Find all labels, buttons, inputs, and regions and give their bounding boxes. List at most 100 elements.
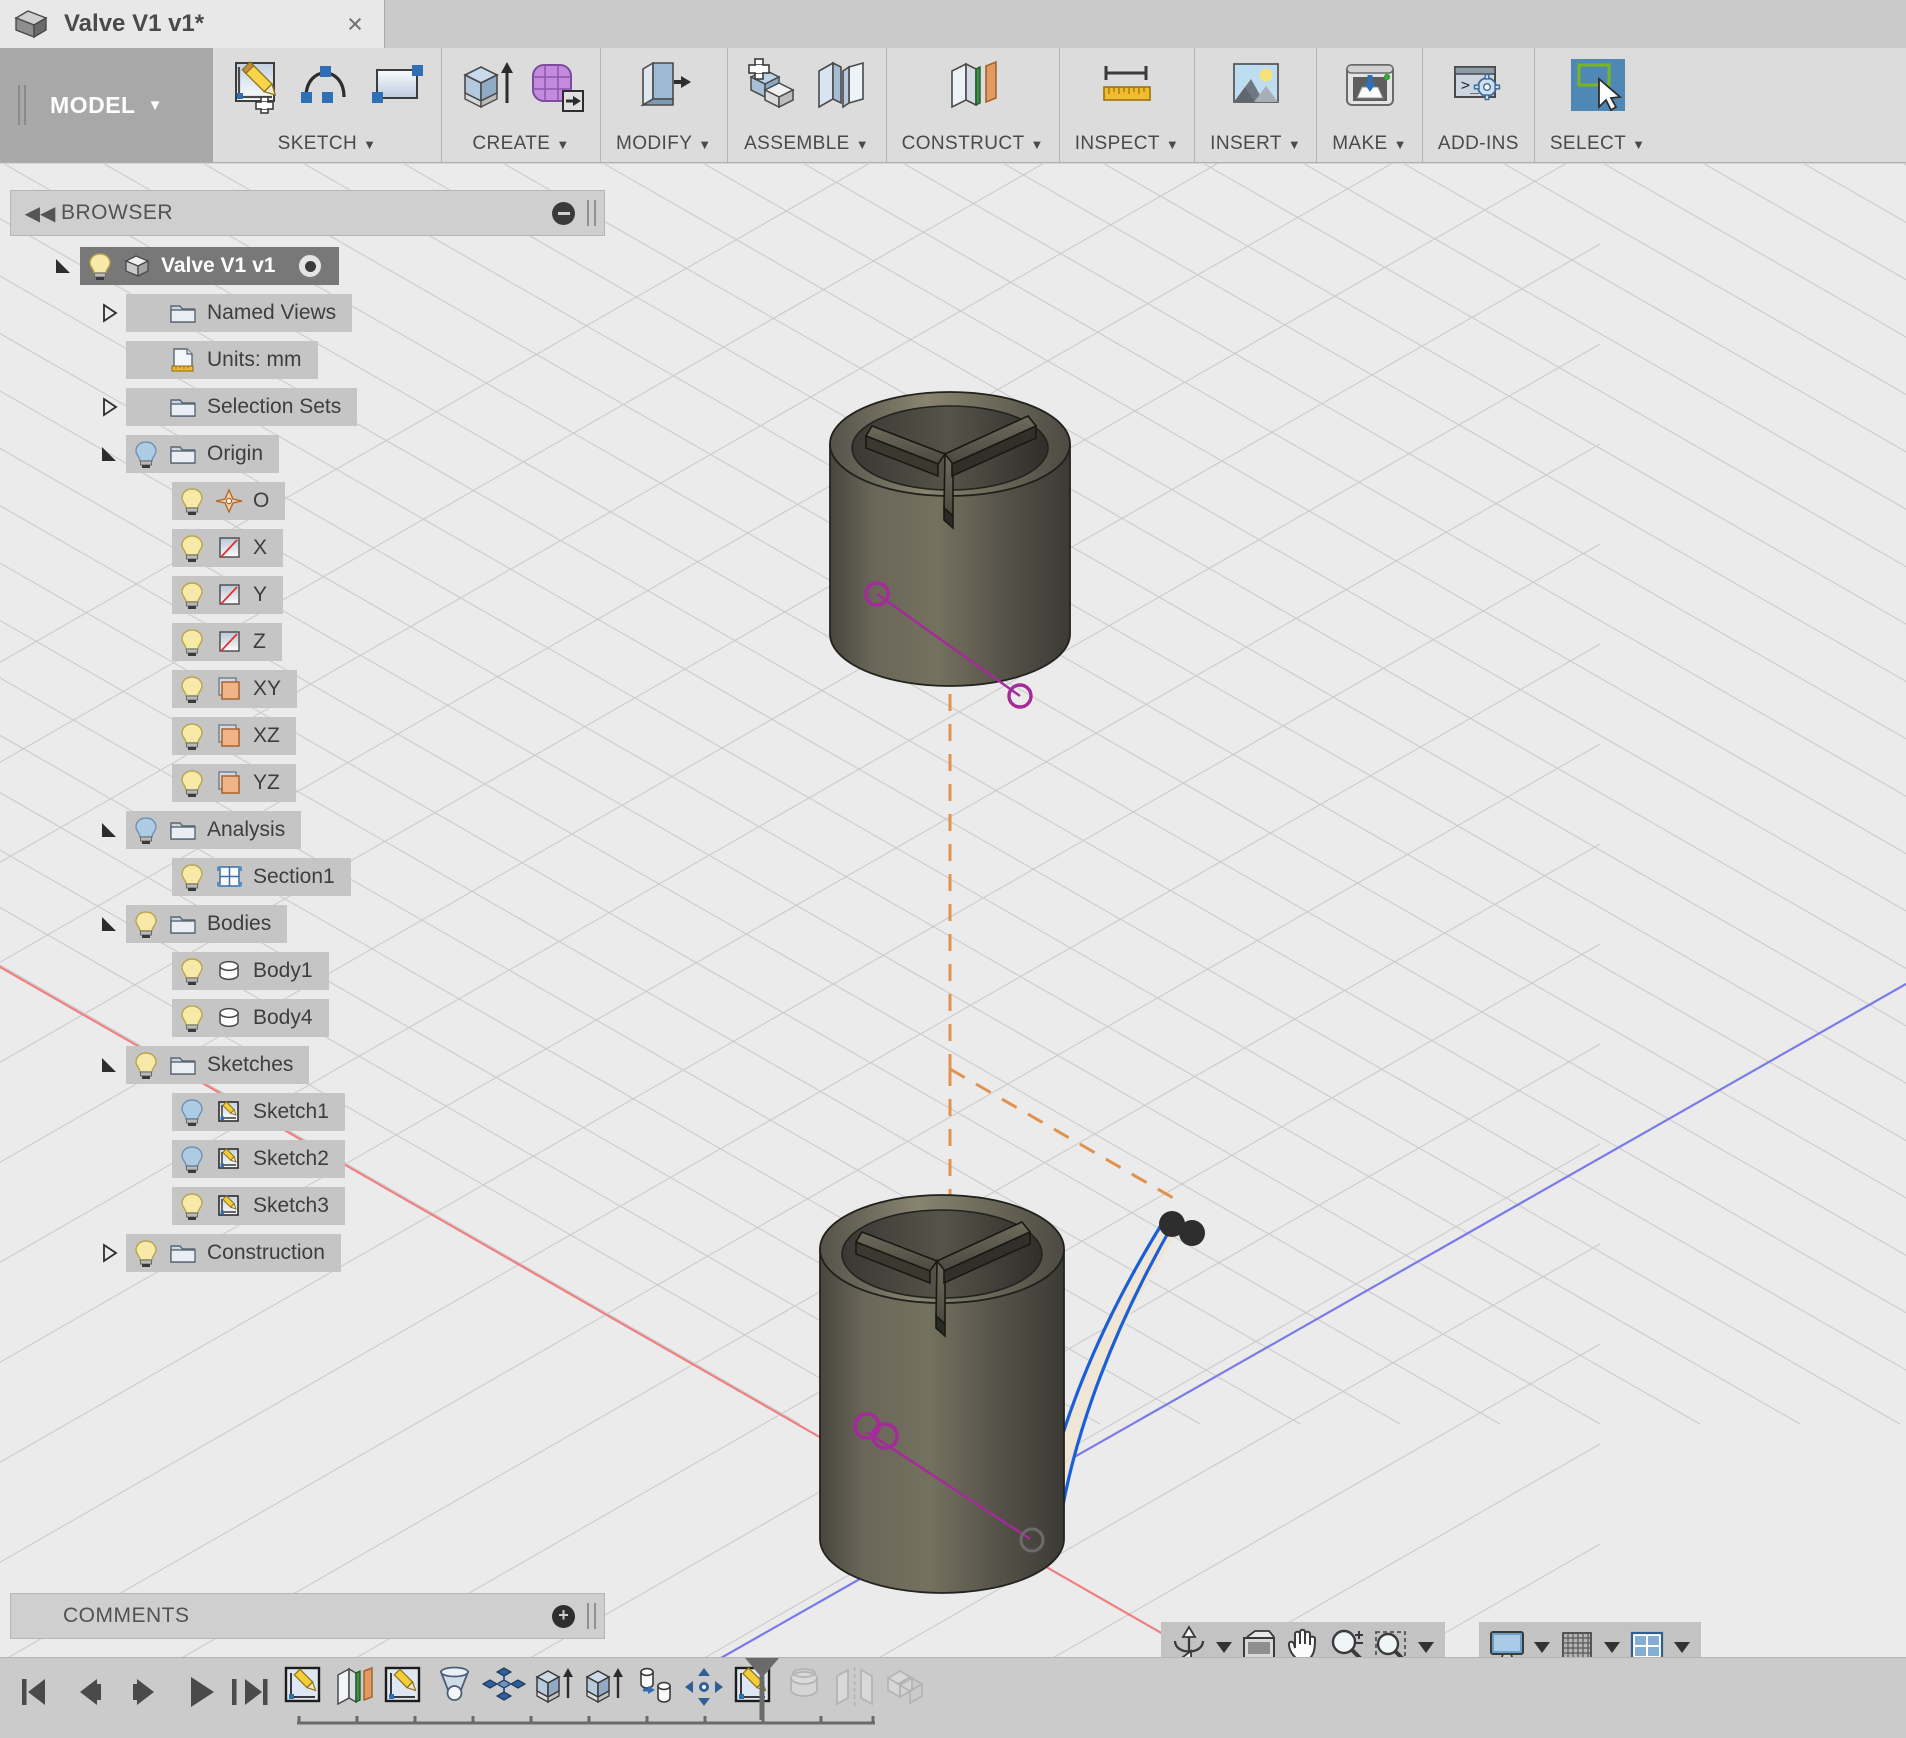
light-bulb-icon[interactable]	[179, 1098, 205, 1126]
tree-node-sketch3[interactable]: Sketch3	[10, 1186, 605, 1226]
timeline-pattern-feature[interactable]	[480, 1664, 529, 1710]
tree-node-chip[interactable]: Analysis	[126, 811, 302, 849]
expand-arrow-icon[interactable]	[98, 443, 120, 465]
tree-node-bodies[interactable]: Bodies	[10, 904, 605, 944]
create-sketch-icon[interactable]	[228, 57, 286, 115]
3d-print-icon[interactable]	[1341, 57, 1399, 115]
tree-node-o[interactable]: O	[10, 481, 605, 521]
tree-node-chip[interactable]: Origin	[126, 435, 280, 473]
step-forward-icon[interactable]	[120, 1668, 170, 1716]
timeline-revolve-feature[interactable]	[430, 1664, 479, 1710]
light-bulb-icon[interactable]	[179, 581, 205, 609]
light-bulb-icon[interactable]	[133, 1051, 159, 1079]
tree-node-construction[interactable]: Construction	[10, 1233, 605, 1273]
timeline-marker[interactable]	[745, 1658, 779, 1720]
expand-arrow-icon[interactable]	[98, 913, 120, 935]
ribbon-group-label-construct[interactable]: CONSTRUCT ▼	[902, 133, 1044, 162]
extrude-icon[interactable]	[457, 57, 515, 115]
tree-node-body1[interactable]: Body1	[10, 951, 605, 991]
comments-panel[interactable]: COMMENTS +	[10, 1593, 605, 1639]
timeline-track[interactable]	[297, 1716, 875, 1726]
tree-node-chip[interactable]: Construction	[126, 1234, 341, 1272]
document-tab[interactable]: Valve V1 v1* ×	[0, 0, 385, 48]
tree-node-chip[interactable]: YZ	[172, 764, 296, 802]
light-bulb-icon[interactable]	[179, 769, 205, 797]
tree-node-sketches[interactable]: Sketches	[10, 1045, 605, 1085]
ribbon-group-label-addins[interactable]: ADD-INS	[1438, 133, 1519, 162]
light-bulb-icon[interactable]	[179, 957, 205, 985]
tree-node-chip[interactable]: Section1	[172, 858, 351, 896]
tree-node-chip[interactable]: Body4	[172, 999, 329, 1037]
expand-arrow-icon[interactable]	[98, 1054, 120, 1076]
plus-icon[interactable]: +	[552, 1604, 575, 1628]
tree-node-z[interactable]: Z	[10, 622, 605, 662]
tree-node-chip[interactable]: Y	[172, 576, 284, 614]
tree-node-chip[interactable]: Sketch3	[172, 1187, 345, 1225]
form-icon[interactable]	[527, 57, 585, 115]
timeline-extrude-feature[interactable]	[530, 1664, 579, 1710]
tree-node-chip[interactable]: Sketch1	[172, 1093, 345, 1131]
press-pull-icon[interactable]	[635, 57, 693, 115]
ribbon-group-label-insert[interactable]: INSERT ▼	[1210, 133, 1301, 162]
tree-node-section1[interactable]: Section1	[10, 857, 605, 897]
panel-resize-grip[interactable]	[587, 200, 596, 226]
ribbon-group-label-assemble[interactable]: ASSEMBLE ▼	[744, 133, 869, 162]
light-bulb-icon[interactable]	[133, 1239, 159, 1267]
light-bulb-icon[interactable]	[87, 252, 113, 280]
joint-icon[interactable]	[813, 57, 871, 115]
close-icon[interactable]: ×	[340, 10, 370, 38]
tree-node-units-mm[interactable]: Units: mm	[10, 340, 605, 380]
scripts-addins-icon[interactable]: >_	[1449, 57, 1507, 115]
tree-node-origin[interactable]: Origin	[10, 434, 605, 474]
offset-plane-icon[interactable]	[944, 57, 1002, 115]
expand-arrow-icon[interactable]	[52, 255, 74, 277]
spline-icon[interactable]	[298, 57, 356, 115]
skip-to-start-icon[interactable]	[8, 1668, 58, 1716]
tree-node-named-views[interactable]: Named Views	[10, 293, 605, 333]
tree-node-analysis[interactable]: Analysis	[10, 810, 605, 850]
minus-icon[interactable]	[552, 201, 575, 225]
ribbon-group-label-modify[interactable]: MODIFY ▼	[616, 133, 712, 162]
collapse-arrow-icon[interactable]	[98, 1242, 120, 1264]
timeline-plane-feature[interactable]	[330, 1664, 379, 1710]
tree-node-sketch2[interactable]: Sketch2	[10, 1139, 605, 1179]
tree-node-chip[interactable]: Selection Sets	[126, 388, 358, 426]
timeline-extrude-feature[interactable]	[580, 1664, 629, 1710]
ribbon-group-label-inspect[interactable]: INSPECT ▼	[1075, 133, 1179, 162]
new-component-icon[interactable]	[743, 57, 801, 115]
tree-node-chip[interactable]: Body1	[172, 952, 329, 990]
light-bulb-icon[interactable]	[179, 675, 205, 703]
tree-node-chip[interactable]: Valve V1 v1	[80, 247, 340, 285]
insert-image-icon[interactable]	[1227, 57, 1285, 115]
ribbon-group-label-sketch[interactable]: SKETCH ▼	[278, 133, 377, 162]
comments-resize-grip[interactable]	[587, 1603, 596, 1629]
light-bulb-icon[interactable]	[179, 1145, 205, 1173]
measure-icon[interactable]	[1098, 57, 1156, 115]
tree-node-chip[interactable]: O	[172, 482, 286, 520]
activate-component-radio[interactable]	[297, 253, 324, 279]
tree-node-x[interactable]: X	[10, 528, 605, 568]
light-bulb-icon[interactable]	[133, 816, 159, 844]
ribbon-group-label-select[interactable]: SELECT ▼	[1550, 133, 1646, 162]
select-icon[interactable]	[1569, 57, 1627, 115]
tree-node-chip[interactable]: Z	[172, 623, 282, 661]
light-bulb-icon[interactable]	[179, 863, 205, 891]
skip-to-end-icon[interactable]	[232, 1668, 282, 1716]
light-bulb-icon[interactable]	[133, 910, 159, 938]
tree-node-chip[interactable]: X	[172, 529, 284, 567]
light-bulb-icon[interactable]	[179, 487, 205, 515]
timeline-sketch-feature[interactable]	[280, 1664, 329, 1710]
step-back-icon[interactable]	[64, 1668, 114, 1716]
light-bulb-icon[interactable]	[133, 440, 159, 468]
tree-node-chip[interactable]: Bodies	[126, 905, 288, 943]
tree-node-chip[interactable]: Sketch2	[172, 1140, 345, 1178]
play-icon[interactable]	[176, 1668, 226, 1716]
expand-arrow-icon[interactable]	[98, 819, 120, 841]
rectangle-icon[interactable]	[368, 57, 426, 115]
workspace-switcher[interactable]: MODEL ▼	[0, 48, 213, 162]
tree-node-xy[interactable]: XY	[10, 669, 605, 709]
tree-node-y[interactable]: Y	[10, 575, 605, 615]
timeline-move-feature[interactable]	[680, 1664, 729, 1710]
tree-node-chip[interactable]: Units: mm	[126, 341, 318, 379]
tree-node-selection-sets[interactable]: Selection Sets	[10, 387, 605, 427]
